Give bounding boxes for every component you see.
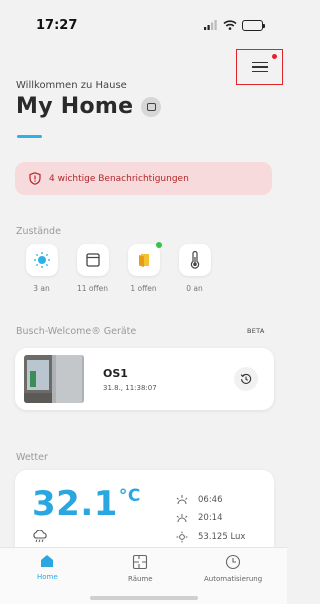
device-card[interactable]: OS1 31.8., 11:38:07	[15, 348, 274, 410]
temperature-value: 32.1°C	[32, 484, 141, 524]
brightness-icon	[176, 531, 188, 543]
nav-automation-label: Automatisierung	[204, 575, 263, 583]
states-row: 3 an 11 offen 1 offen 0 an	[16, 242, 220, 293]
nav-home[interactable]: Home	[37, 554, 58, 581]
shield-alert-icon	[29, 172, 41, 185]
beta-badge: BETA	[247, 327, 265, 335]
notifications-text: 4 wichtige Benachrichtigungen	[49, 173, 189, 184]
floorplan-icon	[133, 554, 148, 570]
cellular-signal-icon	[204, 20, 217, 30]
status-icons	[204, 19, 265, 31]
status-indicator	[155, 242, 162, 248]
page-title: My Home	[16, 94, 134, 119]
weather-label: Wetter	[16, 452, 48, 463]
state-lights[interactable]: 3 an	[16, 244, 67, 293]
light-icon	[33, 252, 50, 268]
status-time: 17:27	[36, 17, 78, 33]
nav-home-label: Home	[37, 573, 58, 581]
state-label: 3 an	[33, 284, 50, 293]
states-label: Zustände	[16, 226, 61, 237]
wifi-icon	[223, 20, 237, 30]
sunrise-row: 06:46	[176, 495, 223, 505]
sunset-time: 20:14	[198, 513, 223, 523]
sunset-icon	[176, 514, 188, 523]
battery-icon	[242, 19, 265, 31]
temperature-number: 32.1	[32, 484, 118, 524]
window-icon	[146, 102, 156, 111]
history-button[interactable]	[234, 367, 258, 391]
state-label: 1 offen	[130, 284, 157, 293]
home-title-row: My Home	[16, 94, 162, 119]
hamburger-icon	[251, 61, 268, 73]
state-climate[interactable]: 0 an	[169, 244, 220, 293]
state-label: 0 an	[186, 284, 203, 293]
device-timestamp: 31.8., 11:38:07	[103, 383, 157, 392]
home-indicator	[90, 596, 198, 600]
sunrise-icon	[176, 495, 188, 505]
notifications-banner[interactable]: 4 wichtige Benachrichtigungen	[15, 162, 272, 195]
history-icon	[240, 373, 252, 384]
devices-label: Busch-Welcome® Geräte	[16, 326, 137, 337]
thermometer-icon	[190, 251, 199, 269]
notification-dot	[272, 54, 277, 59]
clock-icon	[226, 554, 241, 570]
status-bar: 17:27	[0, 0, 287, 50]
state-doors[interactable]: 1 offen	[118, 242, 169, 293]
rain-cloud-icon	[32, 528, 48, 547]
blind-icon	[85, 253, 100, 267]
sunset-row: 20:14	[176, 513, 223, 523]
device-name: OS1	[103, 366, 128, 380]
nav-rooms[interactable]: Räume	[128, 554, 153, 583]
temperature-unit: °C	[118, 486, 141, 506]
nav-automation[interactable]: Automatisierung	[204, 554, 262, 583]
nav-rooms-label: Räume	[128, 575, 153, 583]
home-icon	[41, 555, 54, 567]
title-accent	[17, 135, 42, 138]
sunrise-time: 06:46	[198, 495, 223, 505]
door-icon	[138, 254, 149, 267]
brightness-row: 53.125 Lux	[176, 531, 245, 543]
welcome-text: Willkommen zu Hause	[16, 80, 127, 91]
camera-thumbnail	[24, 355, 84, 403]
state-label: 11 offen	[76, 284, 109, 293]
edit-home-button[interactable]	[141, 96, 162, 117]
menu-button[interactable]	[236, 49, 283, 85]
state-blinds[interactable]: 11 offen	[67, 244, 118, 293]
brightness-value: 53.125 Lux	[198, 532, 246, 542]
